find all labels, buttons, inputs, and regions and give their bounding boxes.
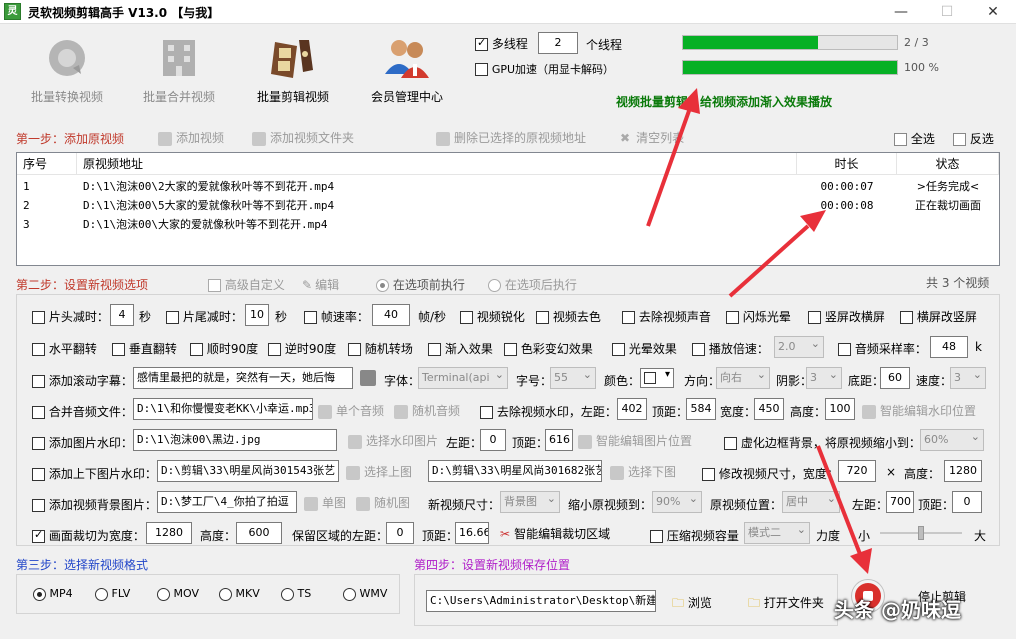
arrow-to-stop — [816, 445, 862, 555]
annotation-arrows — [646, 88, 872, 574]
arrow-to-status-cell — [728, 224, 810, 298]
arrow-to-status — [646, 107, 692, 227]
arrowhead-status — [678, 88, 700, 114]
watermark-text: 头条 @奶味逗 — [834, 598, 961, 622]
